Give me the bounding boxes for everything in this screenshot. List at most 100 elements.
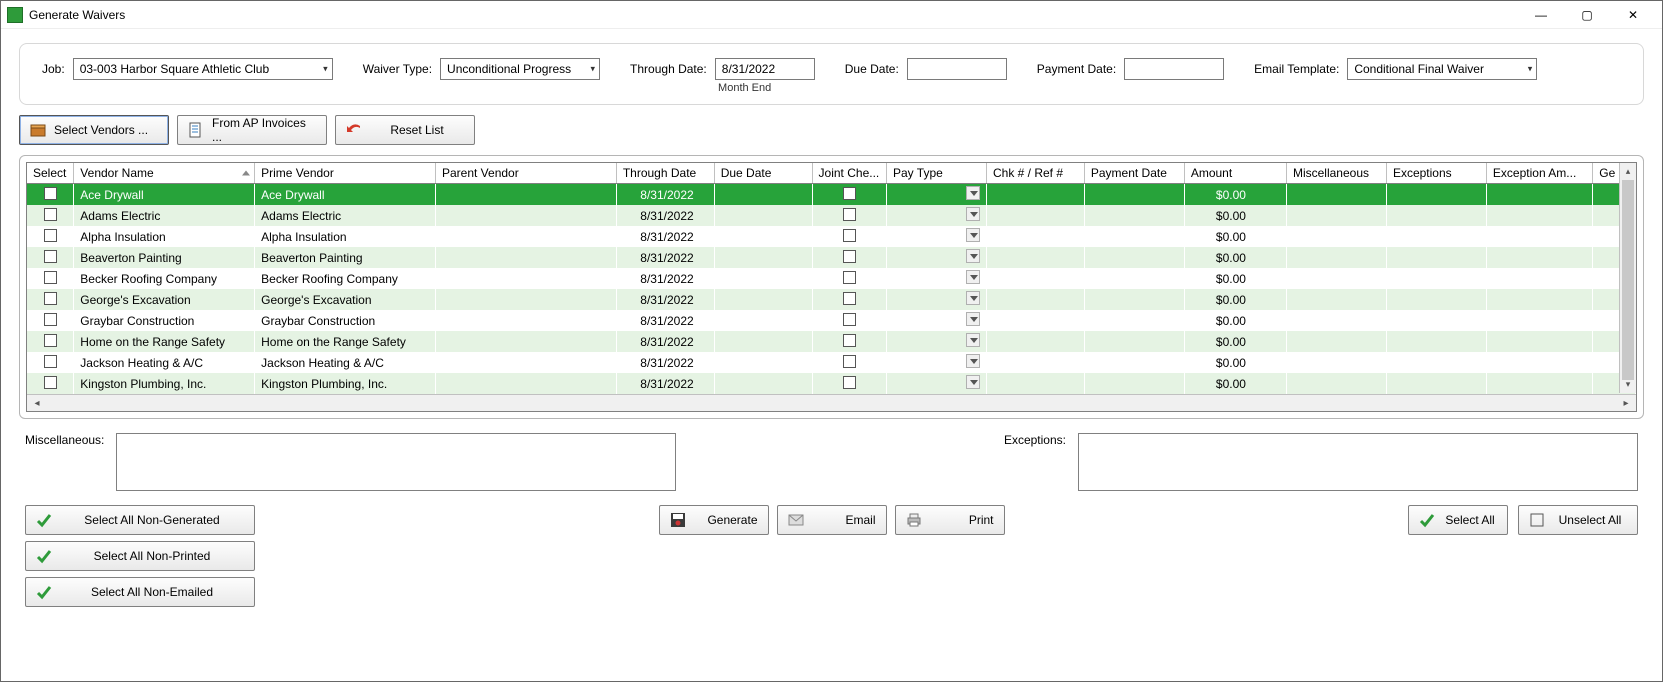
pay-type-dropdown[interactable] — [966, 207, 980, 221]
table-row[interactable]: Kingston Plumbing, Inc.Kingston Plumbing… — [27, 373, 1636, 394]
pay-type-dropdown[interactable] — [966, 333, 980, 347]
row-checkbox[interactable] — [44, 313, 57, 326]
col-select[interactable]: Select — [27, 163, 74, 184]
vendors-grid: Select Vendor Name Prime Vendor Parent V… — [26, 162, 1637, 412]
exceptions-input[interactable] — [1078, 433, 1638, 491]
joint-checkbox[interactable] — [843, 313, 856, 326]
reset-list-button[interactable]: Reset List — [335, 115, 475, 145]
row-checkbox[interactable] — [44, 292, 57, 305]
vertical-scrollbar[interactable]: ▴ ▾ — [1619, 163, 1636, 393]
email-button[interactable]: Email — [777, 505, 887, 535]
col-through-date[interactable]: Through Date — [616, 163, 714, 184]
scroll-left-icon[interactable]: ◂ — [29, 398, 45, 409]
joint-checkbox[interactable] — [843, 208, 856, 221]
email-template-select[interactable]: Conditional Final Waiver ▾ — [1347, 58, 1537, 80]
cell-payment-date — [1084, 184, 1184, 206]
table-row[interactable]: Graybar ConstructionGraybar Construction… — [27, 310, 1636, 331]
select-vendors-button[interactable]: Select Vendors ... — [19, 115, 169, 145]
joint-checkbox[interactable] — [843, 271, 856, 284]
scroll-down-icon[interactable]: ▾ — [1620, 376, 1636, 393]
minimize-button[interactable]: — — [1518, 1, 1564, 29]
col-miscellaneous[interactable]: Miscellaneous — [1286, 163, 1386, 184]
cell-amount: $0.00 — [1184, 247, 1286, 268]
col-parent-vendor[interactable]: Parent Vendor — [435, 163, 616, 184]
pay-type-dropdown[interactable] — [966, 354, 980, 368]
cell-through: 8/31/2022 — [616, 226, 714, 247]
col-payment-date[interactable]: Payment Date — [1084, 163, 1184, 184]
col-chk-ref[interactable]: Chk # / Ref # — [986, 163, 1084, 184]
scroll-up-icon[interactable]: ▴ — [1620, 163, 1636, 180]
col-pay-type[interactable]: Pay Type — [887, 163, 987, 184]
row-checkbox[interactable] — [44, 208, 57, 221]
row-checkbox[interactable] — [44, 271, 57, 284]
joint-checkbox[interactable] — [843, 187, 856, 200]
joint-checkbox[interactable] — [843, 292, 856, 305]
row-checkbox[interactable] — [44, 334, 57, 347]
col-exception-amount[interactable]: Exception Am... — [1486, 163, 1592, 184]
cell-misc — [1286, 184, 1386, 206]
col-joint-check[interactable]: Joint Che... — [812, 163, 886, 184]
table-row[interactable]: Jackson Heating & A/CJackson Heating & A… — [27, 352, 1636, 373]
generate-button[interactable]: Generate — [659, 505, 769, 535]
unselect-all-button[interactable]: Unselect All — [1518, 505, 1638, 535]
pay-type-dropdown[interactable] — [966, 291, 980, 305]
table-row[interactable]: Beaverton PaintingBeaverton Painting8/31… — [27, 247, 1636, 268]
maximize-button[interactable]: ▢ — [1564, 1, 1610, 29]
row-checkbox[interactable] — [44, 229, 57, 242]
joint-checkbox[interactable] — [843, 250, 856, 263]
row-checkbox[interactable] — [44, 187, 57, 200]
cell-exc-amt — [1486, 268, 1592, 289]
due-date-input[interactable] — [907, 58, 1007, 80]
table-row[interactable]: Becker Roofing CompanyBecker Roofing Com… — [27, 268, 1636, 289]
joint-checkbox[interactable] — [843, 229, 856, 242]
pay-type-dropdown[interactable] — [966, 375, 980, 389]
cell-vendor: Kingston Plumbing, Inc. — [74, 373, 255, 394]
table-row[interactable]: Ace DrywallAce Drywall8/31/2022$0.00 — [27, 184, 1636, 206]
col-prime-vendor[interactable]: Prime Vendor — [255, 163, 436, 184]
select-all-button[interactable]: Select All — [1408, 505, 1508, 535]
due-date-label: Due Date: — [845, 62, 899, 76]
scroll-right-icon[interactable]: ▸ — [1618, 398, 1634, 409]
select-all-non-emailed-button[interactable]: Select All Non-Emailed — [25, 577, 255, 607]
col-amount[interactable]: Amount — [1184, 163, 1286, 184]
from-ap-invoices-button[interactable]: From AP Invoices ... — [177, 115, 327, 145]
cell-amount: $0.00 — [1184, 205, 1286, 226]
joint-checkbox[interactable] — [843, 355, 856, 368]
print-button[interactable]: Print — [895, 505, 1005, 535]
cell-through: 8/31/2022 — [616, 268, 714, 289]
payment-date-input[interactable] — [1124, 58, 1224, 80]
miscellaneous-input[interactable] — [116, 433, 676, 491]
table-row[interactable]: Alpha InsulationAlpha Insulation8/31/202… — [27, 226, 1636, 247]
cell-through: 8/31/2022 — [616, 205, 714, 226]
cell-payment-date — [1084, 247, 1184, 268]
cell-parent — [435, 352, 616, 373]
joint-checkbox[interactable] — [843, 376, 856, 389]
row-checkbox[interactable] — [44, 355, 57, 368]
cell-chk-ref — [986, 268, 1084, 289]
scroll-thumb[interactable] — [1622, 180, 1634, 380]
pay-type-dropdown[interactable] — [966, 249, 980, 263]
pay-type-dropdown[interactable] — [966, 186, 980, 200]
close-button[interactable]: ✕ — [1610, 1, 1656, 29]
cell-amount: $0.00 — [1184, 184, 1286, 206]
select-all-non-generated-button[interactable]: Select All Non-Generated — [25, 505, 255, 535]
row-checkbox[interactable] — [44, 250, 57, 263]
waiver-type-select[interactable]: Unconditional Progress ▾ — [440, 58, 600, 80]
select-all-non-printed-button[interactable]: Select All Non-Printed — [25, 541, 255, 571]
pay-type-dropdown[interactable] — [966, 312, 980, 326]
joint-checkbox[interactable] — [843, 334, 856, 347]
col-due-date[interactable]: Due Date — [714, 163, 812, 184]
cell-prime: Jackson Heating & A/C — [255, 352, 436, 373]
col-exceptions[interactable]: Exceptions — [1386, 163, 1486, 184]
job-select[interactable]: 03-003 Harbor Square Athletic Club ▾ — [73, 58, 333, 80]
pay-type-dropdown[interactable] — [966, 270, 980, 284]
table-row[interactable]: Home on the Range SafetyHome on the Rang… — [27, 331, 1636, 352]
horizontal-scrollbar[interactable]: ◂ ▸ — [27, 394, 1636, 411]
cell-exc — [1386, 184, 1486, 206]
pay-type-dropdown[interactable] — [966, 228, 980, 242]
col-vendor-name[interactable]: Vendor Name — [74, 163, 255, 184]
row-checkbox[interactable] — [44, 376, 57, 389]
table-row[interactable]: Adams ElectricAdams Electric8/31/2022$0.… — [27, 205, 1636, 226]
through-date-input[interactable]: 8/31/2022 — [715, 58, 815, 80]
table-row[interactable]: George's ExcavationGeorge's Excavation8/… — [27, 289, 1636, 310]
